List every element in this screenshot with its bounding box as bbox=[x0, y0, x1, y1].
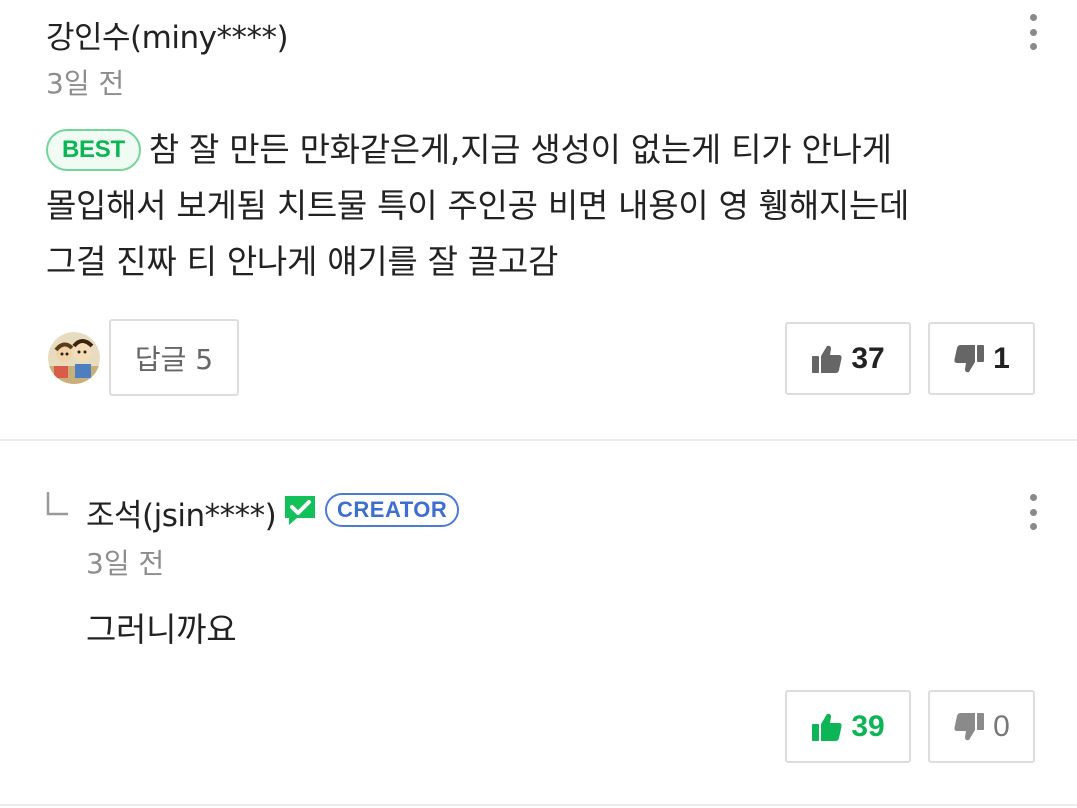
thumbs-down-icon bbox=[954, 712, 985, 740]
dislike-count: 0 bbox=[993, 709, 1010, 743]
reply-body: 그러니까요 bbox=[86, 610, 237, 649]
dislike-count: 1 bbox=[993, 341, 1010, 375]
thumbs-up-icon bbox=[812, 713, 842, 741]
comment-time: 3일 전 bbox=[46, 67, 125, 100]
comment-text-line: 참 잘 만든 만화같은게,지금 생성이 없는게 티가 안나게 bbox=[148, 130, 892, 169]
thumbs-up-icon bbox=[812, 345, 842, 373]
best-badge: BEST bbox=[46, 129, 141, 171]
comment-text-line: 그걸 진짜 티 안나게 얘기를 잘 끌고감 bbox=[46, 242, 559, 281]
check-message-icon bbox=[285, 496, 315, 525]
divider bbox=[0, 804, 1077, 806]
creator-badge: CREATOR bbox=[325, 493, 460, 527]
reply-corner-icon bbox=[46, 492, 68, 516]
reply-author[interactable]: 조석(jsin****) bbox=[86, 490, 277, 535]
like-count: 37 bbox=[851, 341, 885, 375]
comment-text-line: 몰입해서 보게됨 치트물 특이 주인공 비면 내용이 영 휑해지는데 bbox=[46, 186, 910, 225]
avatar[interactable] bbox=[48, 332, 100, 384]
avatar-image bbox=[48, 332, 100, 384]
divider bbox=[0, 439, 1077, 441]
reply-count-button[interactable]: 답글 5 bbox=[109, 319, 239, 396]
dislike-button[interactable]: 1 bbox=[928, 322, 1035, 395]
comment-body: BEST 참 잘 만든 만화같은게,지금 생성이 없는게 티가 안나게 몰입해서 … bbox=[46, 122, 1046, 290]
thumbs-down-icon bbox=[954, 344, 985, 372]
like-button[interactable]: 39 bbox=[785, 690, 911, 763]
comment-line-1: BEST 참 잘 만든 만화같은게,지금 생성이 없는게 티가 안나게 bbox=[46, 122, 1046, 178]
more-options-icon[interactable] bbox=[1026, 12, 1040, 52]
reply-time: 3일 전 bbox=[86, 547, 165, 580]
more-options-icon[interactable] bbox=[1026, 492, 1040, 532]
like-count: 39 bbox=[851, 709, 885, 743]
dislike-button[interactable]: 0 bbox=[928, 690, 1035, 763]
comment-author[interactable]: 강인수(miny****) bbox=[46, 12, 289, 57]
like-button[interactable]: 37 bbox=[785, 322, 911, 395]
